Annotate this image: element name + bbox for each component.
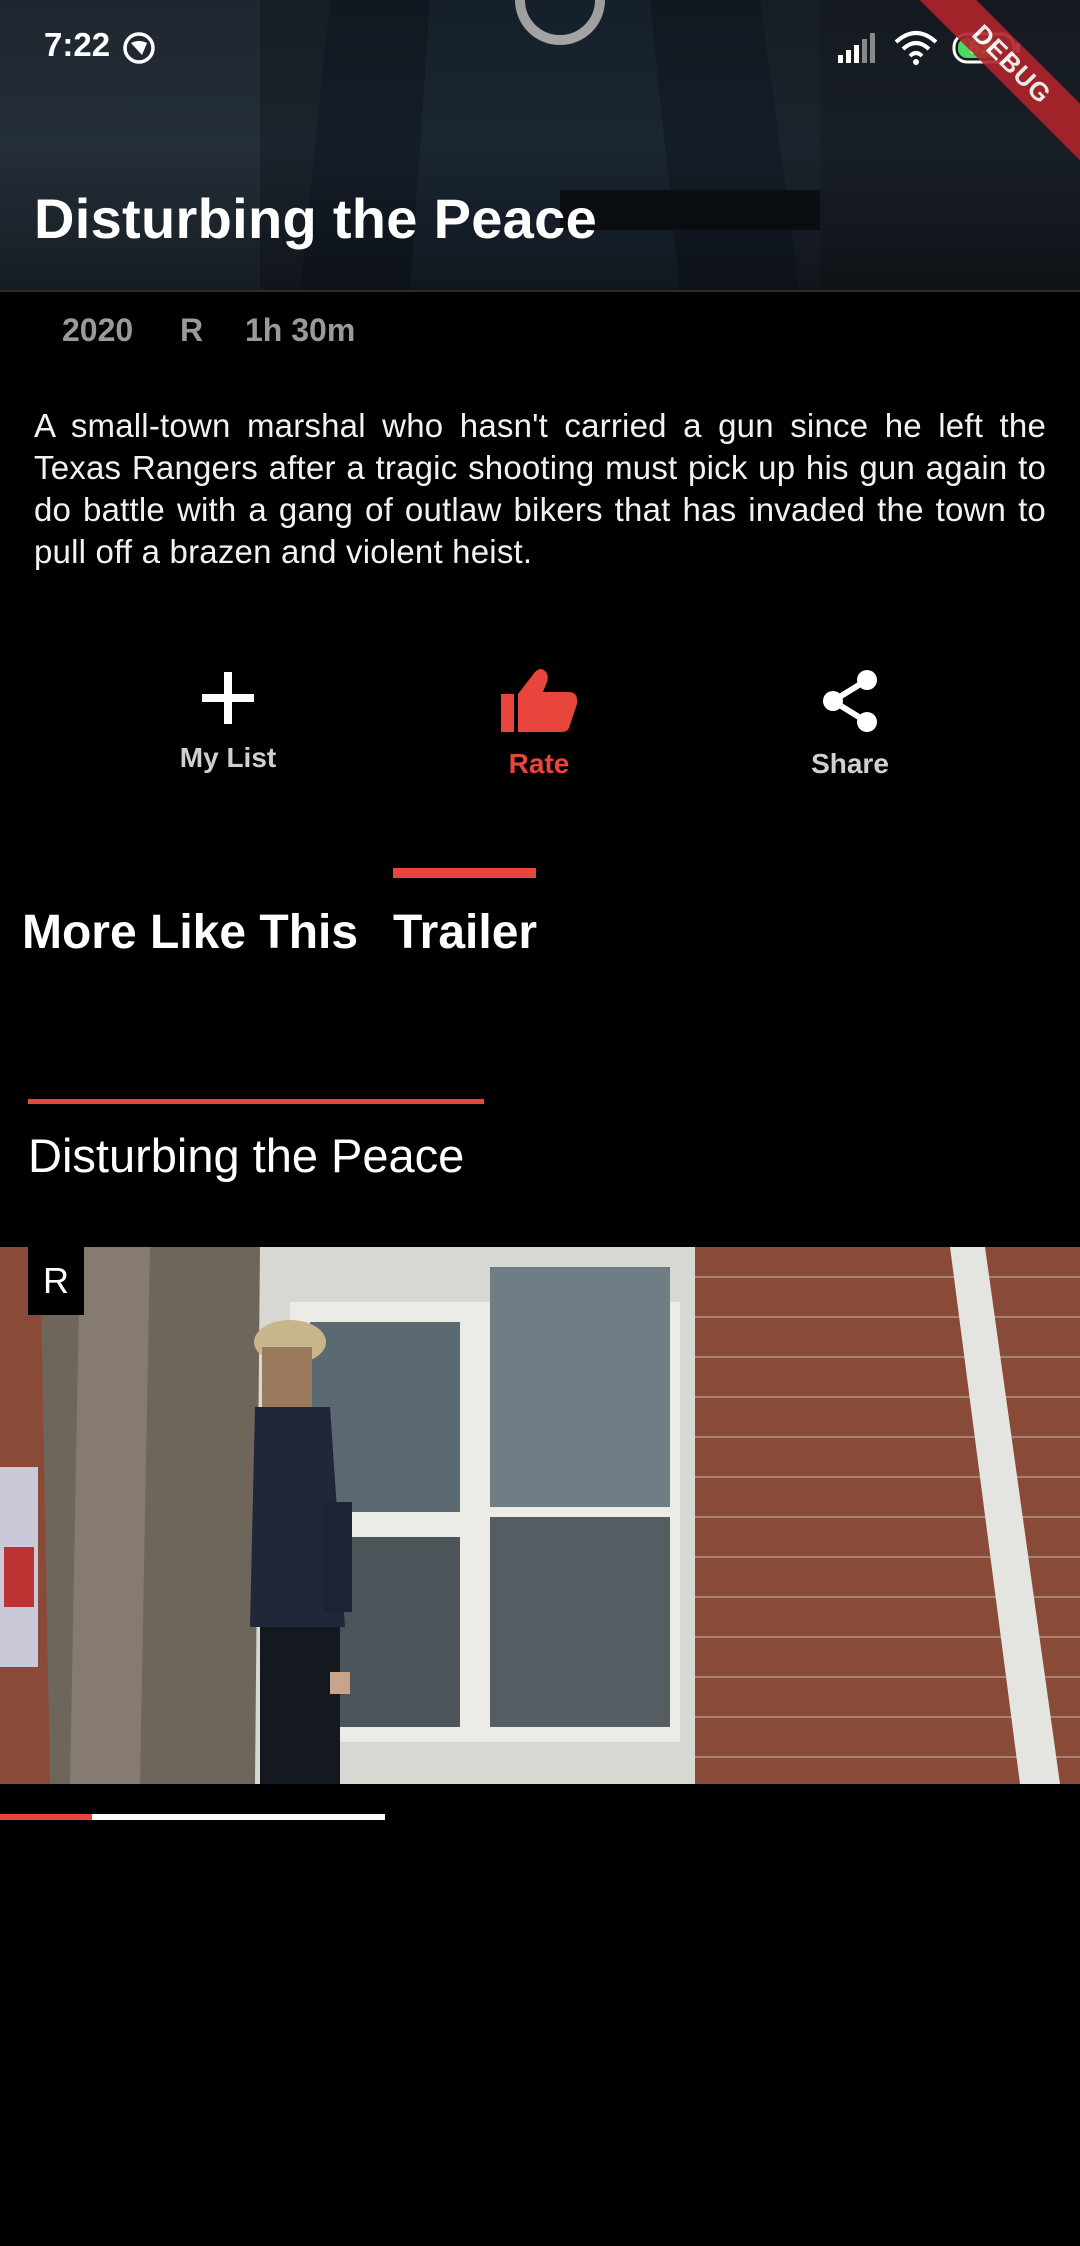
wifi-icon <box>894 31 938 65</box>
movie-year: 2020 <box>62 312 134 348</box>
tab-trailer[interactable]: Trailer <box>393 905 537 960</box>
share-icon <box>823 670 877 732</box>
movie-title: Disturbing the Peace <box>34 187 598 250</box>
trailer-accent-line <box>28 1099 484 1104</box>
trailer-title: Disturbing the Peace <box>28 1129 465 1182</box>
do-not-disturb-icon <box>123 32 155 64</box>
share-button[interactable]: Share <box>750 668 950 780</box>
signal-icon <box>838 33 875 63</box>
rate-label: Rate <box>508 748 570 779</box>
trailer-video-player[interactable] <box>0 1247 1080 1784</box>
thumbs-up-icon <box>501 669 577 732</box>
movie-rating: R <box>180 312 204 348</box>
status-bar: 7:22 63 DEBUG <box>0 0 1080 171</box>
movie-description: A small-town marshal who hasn't carried … <box>34 407 1046 570</box>
movie-runtime: 1h 30m <box>245 312 356 348</box>
trailer-progress-fill <box>0 1814 93 1820</box>
my-list-button[interactable]: My List <box>128 668 328 774</box>
plus-icon <box>202 672 254 724</box>
tab-more-like-this[interactable]: More Like This <box>22 905 358 960</box>
tab-indicator <box>393 868 536 878</box>
share-label: Share <box>811 748 889 779</box>
my-list-label: My List <box>179 742 277 773</box>
trailer-rating-badge: R <box>28 1247 84 1315</box>
rate-button[interactable]: Rate <box>439 668 639 780</box>
status-time: 7:22 <box>44 26 111 63</box>
trailer-video-frame <box>0 1247 1080 1784</box>
